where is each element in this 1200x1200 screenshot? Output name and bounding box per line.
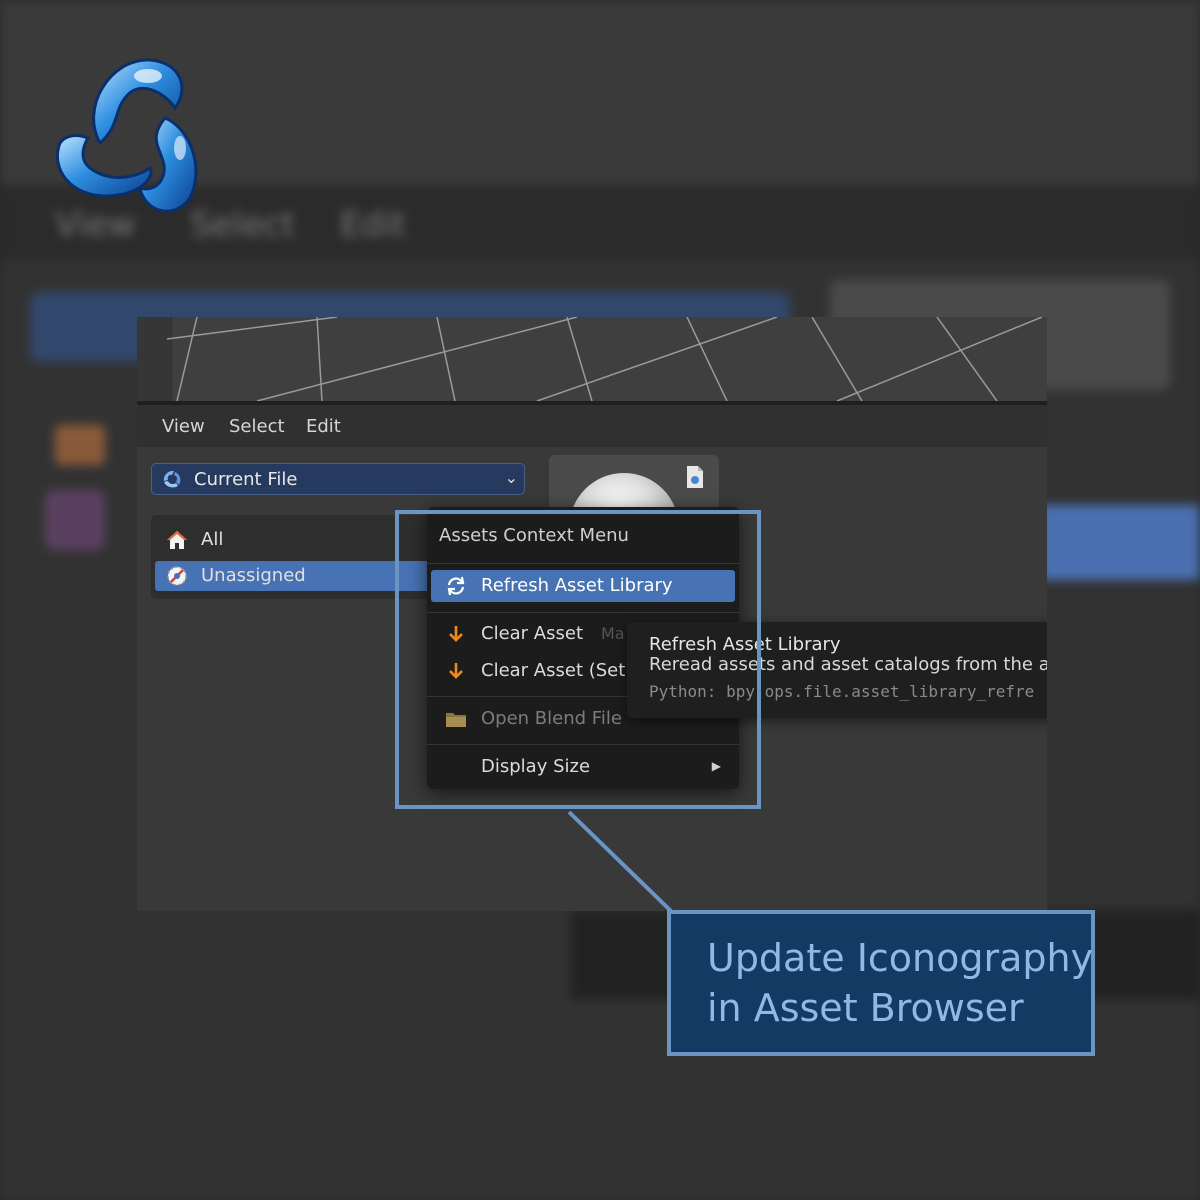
bg-unassigned-icon: [45, 490, 105, 550]
unassigned-icon: [167, 566, 187, 586]
callout-line-2: in Asset Browser: [707, 986, 1024, 1030]
viewport-grid: [166, 317, 1043, 401]
asset-browser-header: View Select Edit: [137, 405, 1047, 447]
catalog-label-unassigned: Unassigned: [201, 565, 306, 586]
callout-line-1: Update Iconography: [707, 936, 1094, 980]
asset-library-dropdown[interactable]: Current File ⌄: [151, 463, 525, 495]
blender-community-logo-icon: [55, 58, 198, 213]
menu-select[interactable]: Select: [229, 416, 285, 437]
bg-home-icon: [55, 425, 105, 465]
bg-menu-edit: Edit: [340, 205, 406, 245]
chevron-down-icon: ⌄: [504, 468, 518, 487]
home-icon: [167, 531, 187, 549]
blend-file-icon: [687, 466, 703, 488]
3d-viewport[interactable]: [137, 317, 1047, 401]
highlight-frame: [395, 510, 761, 809]
bg-highlight: [1040, 505, 1200, 580]
menu-edit[interactable]: Edit: [306, 416, 341, 437]
library-selector-value: Current File: [194, 469, 298, 490]
menu-view[interactable]: View: [162, 416, 205, 437]
asset-library-icon: [163, 470, 181, 488]
catalog-label-all: All: [201, 529, 224, 550]
callout-box: Update Iconography in Asset Browser: [667, 910, 1095, 1056]
